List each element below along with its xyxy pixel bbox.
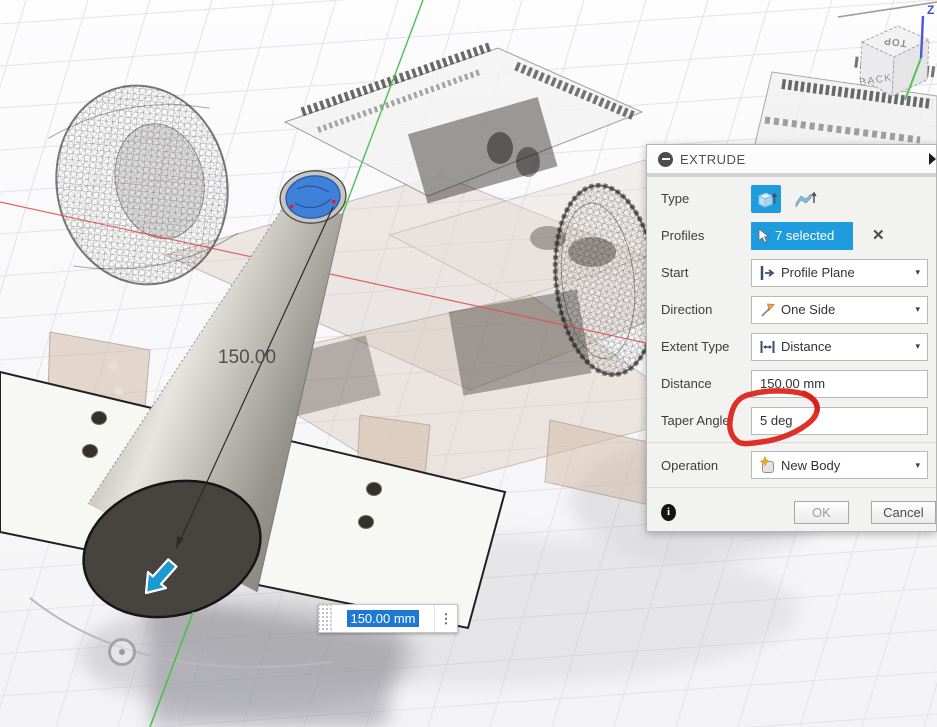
new-body-icon <box>757 455 777 475</box>
dimension-input-box[interactable]: 150.00 mm ⋮ <box>318 604 458 633</box>
operation-value: New Body <box>781 458 840 473</box>
direction-value: One Side <box>781 302 835 317</box>
ok-button[interactable]: OK <box>794 501 849 524</box>
chevron-down-icon: ▾ <box>915 341 920 352</box>
taper-angle-input[interactable] <box>751 407 928 435</box>
extrude-dialog: EXTRUDE Type <box>646 144 937 532</box>
extent-type-label: Extent Type <box>661 339 751 354</box>
info-icon[interactable]: i <box>661 504 676 521</box>
profile-plane-icon <box>757 263 777 283</box>
distance-input[interactable] <box>751 370 928 398</box>
extent-type-row: Extent Type Distance <box>647 328 936 365</box>
direction-label: Direction <box>661 302 751 317</box>
z-axis-label: Z <box>927 3 934 17</box>
extent-type-value: Distance <box>781 339 832 354</box>
dimension-options-menu[interactable]: ⋮ <box>434 605 457 632</box>
operation-dropdown[interactable]: New Body ▾ <box>751 451 928 479</box>
direction-dropdown[interactable]: One Side ▾ <box>751 296 928 324</box>
type-row: Type <box>647 180 936 217</box>
type-label: Type <box>661 191 751 206</box>
start-dropdown[interactable]: Profile Plane ▾ <box>751 259 928 287</box>
drag-handle[interactable] <box>319 605 332 632</box>
profiles-count: 7 selected <box>775 228 834 243</box>
section-divider <box>647 487 936 488</box>
one-side-icon <box>757 300 777 320</box>
start-label: Start <box>661 265 751 280</box>
operation-label: Operation <box>661 458 751 473</box>
profiles-row: Profiles 7 selected ✕ <box>647 217 936 254</box>
dialog-header[interactable]: EXTRUDE <box>647 145 936 173</box>
dock-arrow-icon[interactable] <box>929 153 936 165</box>
taper-rotate-handle[interactable] <box>110 640 135 665</box>
profiles-selected-button[interactable]: 7 selected <box>751 222 853 250</box>
distance-label: Distance <box>661 376 751 391</box>
start-value: Profile Plane <box>781 265 855 280</box>
cancel-button[interactable]: Cancel <box>871 501 936 524</box>
solid-extrude-icon <box>755 188 777 210</box>
close-icon[interactable]: ✕ <box>872 228 885 243</box>
dimension-value-field[interactable]: 150.00 mm <box>332 605 434 632</box>
profiles-label: Profiles <box>661 228 751 243</box>
dialog-title: EXTRUDE <box>680 152 746 167</box>
operation-row: Operation New Body ▾ <box>647 446 936 484</box>
distance-row: Distance <box>647 365 936 402</box>
extrude-solid-type-button[interactable] <box>751 185 781 213</box>
chevron-down-icon: ▾ <box>915 304 920 315</box>
dialog-footer: i OK Cancel <box>647 491 936 532</box>
taper-angle-row: Taper Angle <box>647 402 936 439</box>
thin-extrude-icon <box>793 188 817 210</box>
cursor-icon <box>757 228 770 244</box>
direction-row: Direction One Side ▾ <box>647 291 936 328</box>
collapse-icon[interactable] <box>658 152 673 167</box>
taper-angle-label: Taper Angle <box>661 413 751 428</box>
chevron-down-icon: ▾ <box>915 460 920 471</box>
start-row: Start Profile Plane ▾ <box>647 254 936 291</box>
fusion-viewport: 150.00 TOP BACK Z 150.00 mm <box>0 0 937 727</box>
extent-type-dropdown[interactable]: Distance ▾ <box>751 333 928 361</box>
chevron-down-icon: ▾ <box>915 267 920 278</box>
selected-dimension-text: 150.00 mm <box>347 610 418 627</box>
dimension-label: 150.00 <box>218 347 276 368</box>
section-divider <box>647 442 936 443</box>
distance-extent-icon <box>757 337 777 357</box>
extrude-thin-type-button[interactable] <box>790 185 820 213</box>
